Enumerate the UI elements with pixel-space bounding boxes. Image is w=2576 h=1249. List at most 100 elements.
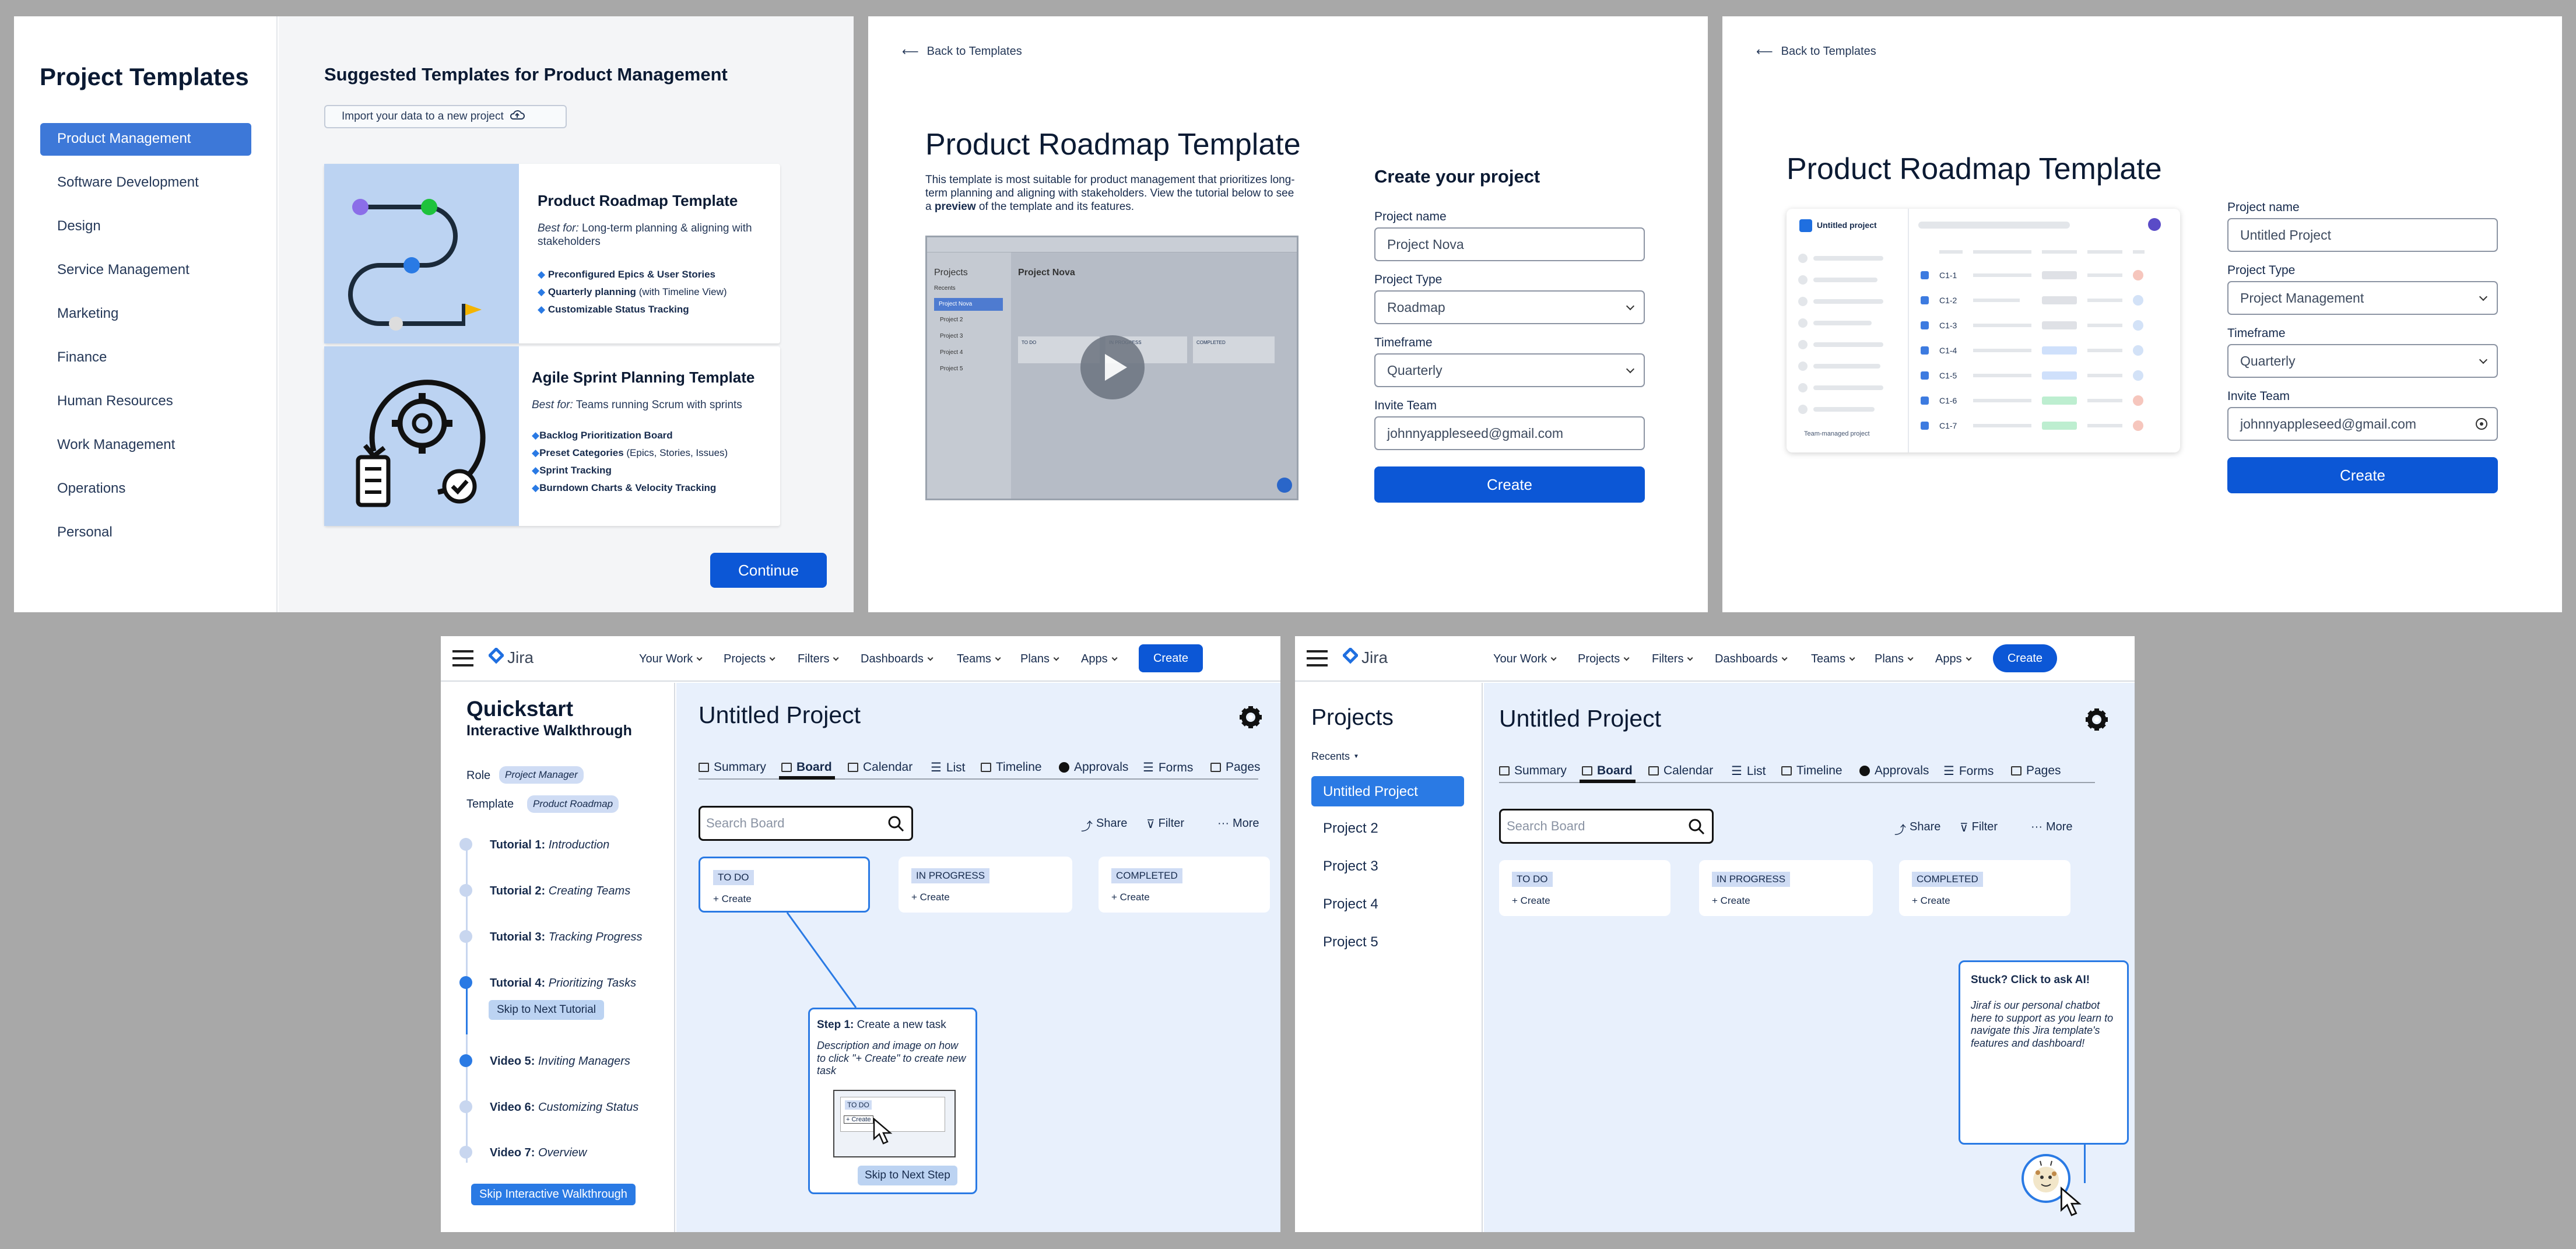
sidebar-item-software-development[interactable]: Software Development <box>57 174 199 191</box>
sidebar-item-work-management[interactable]: Work Management <box>57 437 175 453</box>
diamond-icon: ◆ <box>532 465 540 476</box>
recents-dropdown[interactable]: Recents ▼ <box>1311 750 1359 763</box>
timeframe-select[interactable]: Quarterly <box>2227 344 2498 378</box>
project-name-input[interactable]: Untitled Project <box>2227 218 2498 252</box>
filter-button[interactable]: ⊽ Filter <box>1960 820 1998 835</box>
nav-plans[interactable]: Plans <box>1875 652 1914 666</box>
tab-list[interactable]: ☰ List <box>1731 764 1766 778</box>
nav-create-button[interactable]: Create <box>1993 644 2057 672</box>
invite-team-input[interactable]: johnnyappleseed@gmail.com <box>1374 416 1645 450</box>
tab-approvals[interactable]: Approvals <box>1859 764 1929 778</box>
nav-your-work[interactable]: Your Work <box>1493 652 1557 666</box>
column-title: IN PROGRESS <box>1712 872 1791 887</box>
table-row: C1-4 <box>1921 338 2166 363</box>
sidebar-item-personal[interactable]: Personal <box>57 524 113 541</box>
nav-projects[interactable]: Projects <box>1578 652 1630 666</box>
preview-table <box>1921 244 2166 260</box>
timeframe-select[interactable]: Quarterly <box>1374 353 1645 387</box>
tab-summary[interactable]: Summary <box>1499 764 1567 778</box>
share-icon: ⤴ <box>1894 824 1906 837</box>
share-button[interactable]: ⤴ Share <box>1894 820 1940 837</box>
tab-timeline[interactable]: Timeline <box>1781 764 1842 778</box>
video-col: COMPLETED <box>1193 336 1275 363</box>
preview-project-name: Untitled project <box>1817 220 1877 230</box>
create-issue-button[interactable]: + Create <box>1912 895 1950 907</box>
diamond-icon: ◆ <box>532 430 540 441</box>
feature-item: ◆ Quarterly planning (with Timeline View… <box>538 286 727 297</box>
diamond-icon: ◆ <box>538 286 546 297</box>
caret-down-icon: ▼ <box>1353 753 1359 760</box>
sidebar-item-finance[interactable]: Finance <box>57 349 107 366</box>
preview-header-bar <box>1918 222 2070 229</box>
best-for-text: Teams running Scrum with sprints <box>575 399 742 411</box>
project-type-select[interactable]: Roadmap <box>1374 290 1645 324</box>
column-in-progress[interactable]: IN PROGRESS + Create <box>1699 860 1873 916</box>
more-button[interactable]: ··· More <box>2031 820 2073 834</box>
sidebar-item-project-4[interactable]: Project 4 <box>1323 896 1378 913</box>
feature-list: ◆ Preconfigured Epics & User Stories ◆ Q… <box>538 266 727 318</box>
project-name-label: Project name <box>1374 210 1447 223</box>
panel-template-detail: ⟵ Back to Templates Product Roadmap Templ… <box>868 16 1708 612</box>
tab-forms[interactable]: ☰ Forms <box>1943 764 1994 778</box>
nav-teams[interactable]: Teams <box>1811 652 1855 666</box>
diamond-icon: ◆ <box>532 482 540 493</box>
preview-footer: Team-managed project <box>1804 430 1870 437</box>
tab-calendar[interactable]: Calendar <box>1648 764 1713 778</box>
create-issue-button[interactable]: + Create <box>1712 895 1750 907</box>
sidebar-item-active[interactable]: Untitled Project <box>1311 776 1464 806</box>
column-completed[interactable]: COMPLETED + Create <box>1899 860 2070 916</box>
video-item: Project 2 <box>940 317 963 323</box>
sidebar-item-marketing[interactable]: Marketing <box>57 306 118 322</box>
sidebar-item-operations[interactable]: Operations <box>57 480 125 497</box>
invite-team-input[interactable]: johnnyappleseed@gmail.com <box>2227 407 2498 441</box>
video-recents-label: Recents <box>934 285 956 292</box>
more-dots-icon: ··· <box>2031 820 2042 833</box>
project-type-select[interactable]: Project Management <box>2227 281 2498 315</box>
continue-button[interactable]: Continue <box>710 553 827 588</box>
template-card-roadmap[interactable]: Product Roadmap Template Best for: Long-… <box>324 164 780 343</box>
sidebar-item-human-resources[interactable]: Human Resources <box>57 393 173 409</box>
sidebar-item-project-5[interactable]: Project 5 <box>1323 934 1378 950</box>
tab-board[interactable]: Board <box>1582 764 1633 778</box>
back-link[interactable]: ⟵ Back to Templates <box>902 44 1022 59</box>
search-icon[interactable] <box>1687 818 1706 840</box>
sidebar-item-design[interactable]: Design <box>57 218 101 234</box>
table-row: C1-1 <box>1921 262 2166 287</box>
back-label: Back to Templates <box>926 45 1022 58</box>
search-board-input[interactable]: Search Board <box>1499 809 1714 844</box>
preview-rows: C1-1 C1-2 C1-3 C1-4 C1-5 C1-6 C1-7 <box>1921 262 2166 438</box>
tab-pages[interactable]: Pages <box>2011 764 2061 778</box>
sidebar-item-service-management[interactable]: Service Management <box>57 262 189 278</box>
tutorial-video[interactable]: Projects Recents Project Nova Project 2 … <box>925 236 1298 500</box>
create-button[interactable]: Create <box>1374 466 1645 503</box>
nav-dashboards[interactable]: Dashboards <box>1715 652 1788 666</box>
avatar <box>2148 218 2161 231</box>
menu-hamburger-icon[interactable] <box>1307 650 1328 666</box>
template-card-agile[interactable]: Agile Sprint Planning Template Best for:… <box>324 346 780 526</box>
jira-logo[interactable]: Jira <box>1342 647 1388 667</box>
add-circle-icon[interactable] <box>2476 418 2487 430</box>
project-type-label: Project Type <box>1374 273 1443 286</box>
chatbot-popup[interactable]: Stuck? Click to ask AI! Jiraf is our per… <box>1959 960 2129 1145</box>
nav-apps[interactable]: Apps <box>1935 652 1972 666</box>
preview-project-icon <box>1799 219 1812 232</box>
create-issue-button[interactable]: + Create <box>1512 895 1550 907</box>
page-title: Project Templates <box>40 63 249 90</box>
settings-gear-icon[interactable] <box>2084 707 2109 735</box>
sidebar-item-project-2[interactable]: Project 2 <box>1323 820 1378 837</box>
sidebar-item-project-3[interactable]: Project 3 <box>1323 858 1378 875</box>
arrow-left-icon: ⟵ <box>902 45 919 58</box>
cursor-icon <box>872 1117 895 1149</box>
project-name-input[interactable]: Project Nova <box>1374 227 1645 261</box>
skip-step-button[interactable]: Skip to Next Step <box>858 1166 957 1185</box>
nav-filters[interactable]: Filters <box>1652 652 1694 666</box>
back-link[interactable]: ⟵ Back to Templates <box>1756 44 1876 59</box>
chatbot-connector <box>2084 1145 2086 1183</box>
create-button[interactable]: Create <box>2227 457 2498 493</box>
template-name: Product Roadmap Template <box>538 192 738 209</box>
play-icon[interactable] <box>1080 335 1145 399</box>
column-todo[interactable]: TO DO + Create <box>1499 860 1670 916</box>
roadmap-path-icon <box>348 199 482 331</box>
sidebar-item-product-management[interactable]: Product Management <box>57 131 191 147</box>
import-button[interactable]: Import your data to a new project <box>324 105 567 128</box>
